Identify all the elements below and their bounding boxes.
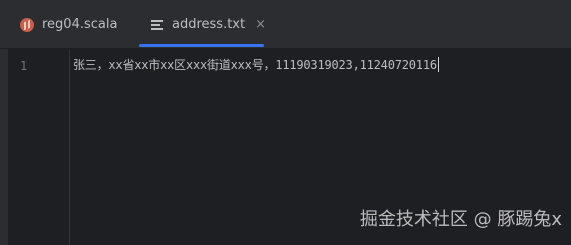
active-tab-indicator [139,44,264,47]
tab-address-txt[interactable]: address.txt × [137,0,266,49]
tab-label: address.txt [172,17,246,32]
code-line[interactable]: 张三，xx省xx市xx区xxx街道xxx号，11190319023,112407… [73,57,439,73]
tab-reg04-scala[interactable]: reg04.scala [10,0,135,49]
ide-window: reg04.scala address.txt × 1 张三，xx省xx市xx区… [0,0,571,245]
text-caret [437,57,439,72]
tab-label: reg04.scala [42,17,118,32]
text-file-icon [151,19,163,30]
line-number-gutter [0,49,70,245]
editor-tab-bar: reg04.scala address.txt × [0,0,571,49]
watermark: 掘金技术社区 @ 豚踢兔x [359,209,562,230]
scala-file-icon [20,17,34,32]
line-number: 1 [20,59,28,73]
code-line-text: 张三，xx省xx市xx区xxx街道xxx号，11190319023,112407… [73,58,437,72]
gutter-strip [0,49,8,245]
close-tab-icon[interactable]: × [255,18,266,31]
